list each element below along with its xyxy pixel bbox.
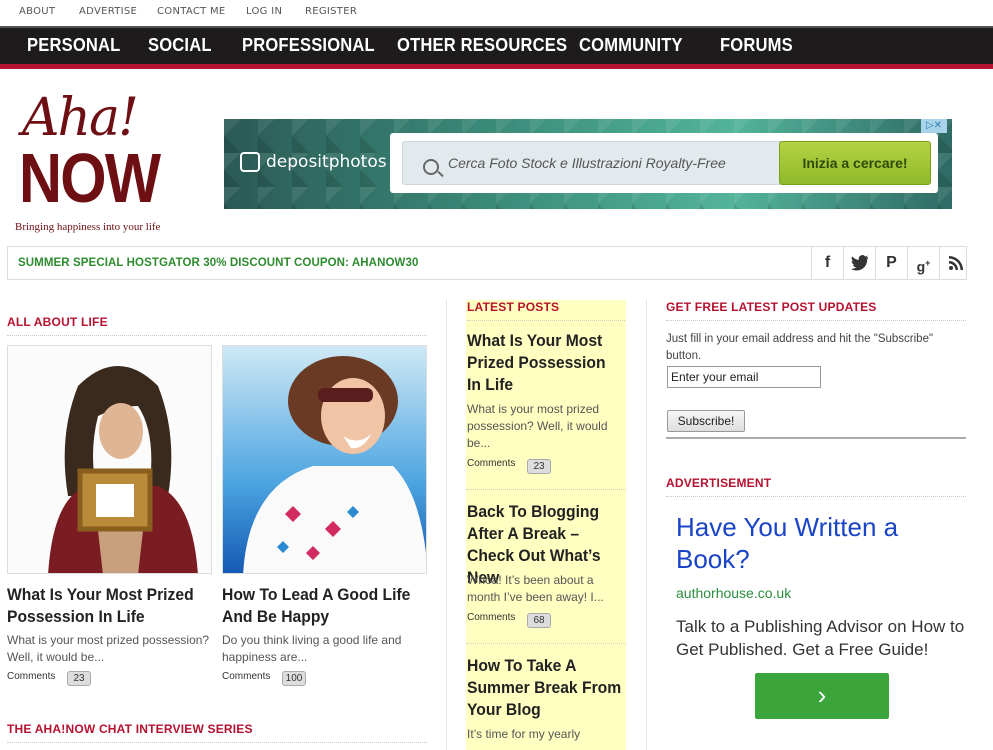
authorhouse-ad[interactable]: Have You Written a Book? authorhouse.co.… bbox=[666, 505, 966, 730]
site-logo[interactable]: Aha! NOW Bringing happiness into your li… bbox=[12, 88, 192, 238]
main-nav: PERSONAL SOCIAL PROFESSIONAL OTHER RESOU… bbox=[0, 26, 993, 64]
search-icon bbox=[423, 159, 439, 175]
twitter-icon[interactable] bbox=[843, 247, 875, 279]
topbar-link-login[interactable]: LOG IN bbox=[246, 6, 282, 17]
comments-label: Comments bbox=[222, 671, 271, 682]
pinterest-icon[interactable]: P bbox=[875, 247, 907, 279]
subscribe-instructions: Just fill in your email address and hit … bbox=[666, 333, 934, 362]
adchoices-icon[interactable]: ▷✕ bbox=[921, 119, 947, 133]
ad-brand: depositphotos bbox=[266, 152, 387, 172]
latest-post-excerpt: It’s time for my yearly bbox=[467, 727, 581, 741]
post-excerpt: Do you think living a good life and happ… bbox=[222, 633, 402, 664]
comments-label: Comments bbox=[467, 458, 516, 469]
camera-icon bbox=[240, 152, 260, 172]
ad-go-button[interactable]: › bbox=[755, 673, 889, 719]
post-title[interactable]: How To Lead A Good Life And Be Happy bbox=[222, 584, 426, 628]
ad-url[interactable]: authorhouse.co.uk bbox=[676, 585, 791, 601]
subscribe-button[interactable]: Subscribe! bbox=[667, 410, 745, 432]
latest-post-title[interactable]: What Is Your Most Prized Possession In L… bbox=[467, 330, 624, 396]
topbar-link-contact[interactable]: CONTACT ME bbox=[157, 6, 226, 17]
facebook-icon[interactable]: f bbox=[811, 247, 843, 279]
post-title[interactable]: What Is Your Most Prized Possession In L… bbox=[7, 584, 202, 628]
nav-item-social[interactable]: SOCIAL bbox=[148, 35, 212, 56]
rss-icon[interactable] bbox=[939, 247, 971, 279]
post-thumbnail[interactable] bbox=[7, 345, 212, 574]
section-heading-chat-series: THE AHA!NOW CHAT INTERVIEW SERIES bbox=[7, 722, 427, 743]
nav-item-personal[interactable]: PERSONAL bbox=[27, 35, 120, 56]
divider bbox=[666, 437, 966, 439]
topbar-link-about[interactable]: ABOUT bbox=[19, 6, 55, 17]
comments-count-badge[interactable]: 100 bbox=[282, 671, 306, 686]
latest-posts-column: LATEST POSTS What Is Your Most Prized Po… bbox=[466, 300, 626, 750]
column-divider bbox=[446, 300, 447, 750]
nav-item-professional[interactable]: PROFESSIONAL bbox=[242, 35, 375, 56]
comments-count-badge[interactable]: 68 bbox=[527, 613, 551, 628]
comments-count-badge[interactable]: 23 bbox=[527, 459, 551, 474]
topbar-link-register[interactable]: REGISTER bbox=[305, 6, 357, 17]
logo-tagline: Bringing happiness into your life bbox=[15, 221, 161, 233]
column-divider bbox=[646, 300, 647, 750]
coupon-bar: SUMMER SPECIAL HOSTGATOR 30% DISCOUNT CO… bbox=[7, 246, 967, 280]
topbar-link-advertise[interactable]: ADVERTISE bbox=[79, 6, 137, 17]
coupon-text[interactable]: SUMMER SPECIAL HOSTGATOR 30% DISCOUNT CO… bbox=[18, 257, 418, 269]
ad-search-placeholder: Cerca Foto Stock e Illustrazioni Royalty… bbox=[448, 155, 726, 171]
latest-post-title[interactable]: How To Take A Summer Break From Your Blo… bbox=[467, 655, 624, 721]
ad-headline[interactable]: Have You Written a Book? bbox=[676, 511, 966, 575]
nav-item-forums[interactable]: FORUMS bbox=[720, 35, 793, 56]
ad-description: Talk to a Publishing Advisor on How to G… bbox=[676, 617, 965, 659]
email-field[interactable] bbox=[667, 366, 821, 388]
divider bbox=[466, 643, 626, 644]
latest-post-excerpt: What is your most prized possession? Wel… bbox=[467, 402, 608, 450]
top-bar: ABOUT ADVERTISE CONTACT ME LOG IN REGIST… bbox=[0, 0, 993, 26]
ad-search-box: Cerca Foto Stock e Illustrazioni Royalty… bbox=[390, 133, 938, 193]
post-excerpt: What is your most prized possession? Wel… bbox=[7, 633, 210, 664]
comments-count-badge[interactable]: 23 bbox=[67, 671, 91, 686]
chevron-right-icon: › bbox=[817, 680, 827, 710]
nav-item-community[interactable]: COMMUNITY bbox=[579, 35, 683, 56]
ad-search-button[interactable]: Inizia a cercare! bbox=[779, 141, 931, 185]
logo-now: NOW bbox=[19, 139, 161, 217]
depositphotos-ad-banner[interactable]: depositphotos Cerca Foto Stock e Illustr… bbox=[224, 119, 952, 209]
section-heading-all-about-life: ALL ABOUT LIFE bbox=[7, 315, 427, 336]
section-heading-subscribe: GET FREE LATEST POST UPDATES bbox=[666, 300, 966, 321]
latest-post-excerpt: Whoa! It’s been about a month I’ve been … bbox=[467, 573, 604, 604]
google-plus-icon[interactable]: g+ bbox=[907, 247, 939, 279]
nav-accent-stripe bbox=[0, 64, 993, 69]
nav-item-other-resources[interactable]: OTHER RESOURCES bbox=[397, 35, 567, 56]
comments-label: Comments bbox=[7, 671, 56, 682]
divider bbox=[466, 489, 626, 490]
section-heading-latest-posts: LATEST POSTS bbox=[467, 300, 625, 321]
comments-label: Comments bbox=[467, 612, 516, 623]
section-heading-advertisement: ADVERTISEMENT bbox=[666, 476, 966, 497]
post-thumbnail[interactable] bbox=[222, 345, 427, 574]
